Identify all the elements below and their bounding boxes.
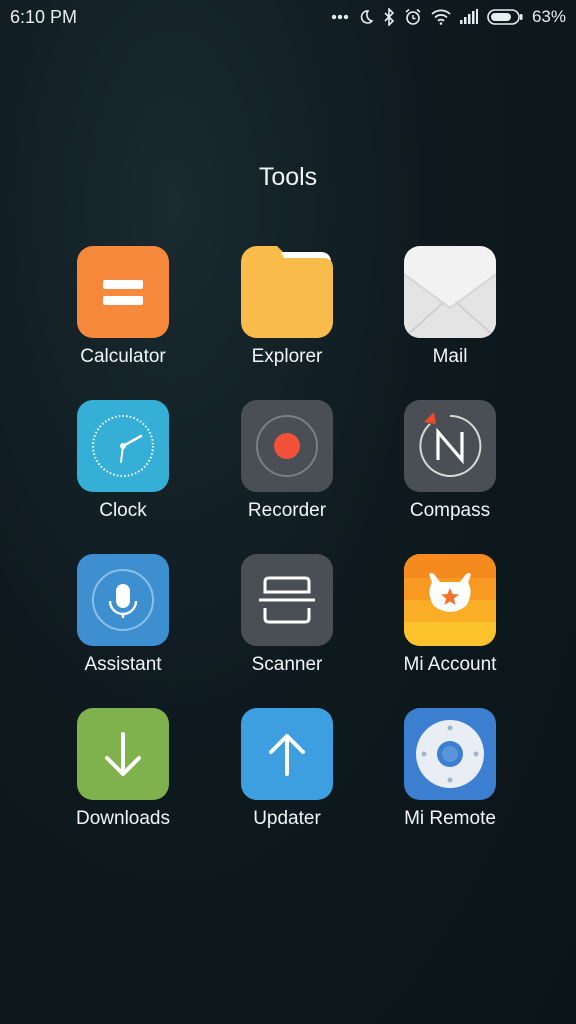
app-label: Compass (409, 500, 491, 521)
moon-icon (358, 9, 374, 25)
remote-dpad-icon (404, 708, 496, 800)
app-label: Mi Account (403, 654, 497, 675)
app-explorer[interactable]: Explorer (205, 246, 369, 386)
mi-bunny-icon (404, 554, 496, 646)
signal-icon (459, 9, 478, 25)
recorder-icon (241, 400, 333, 492)
folder-icon (241, 246, 333, 338)
app-label: Calculator (80, 346, 166, 367)
mail-envelope-icon (404, 246, 496, 338)
app-mi-account[interactable]: Mi Account (368, 554, 532, 694)
app-downloads[interactable]: Downloads (41, 708, 205, 848)
app-recorder[interactable]: Recorder (205, 400, 369, 540)
app-assistant[interactable]: Assistant (41, 554, 205, 694)
bluetooth-icon (383, 8, 395, 26)
app-label: Updater (253, 808, 321, 829)
app-label: Clock (99, 500, 147, 521)
alarm-icon (404, 8, 422, 26)
app-mi-remote[interactable]: Mi Remote (368, 708, 532, 848)
more-dots-icon (331, 14, 349, 20)
app-clock[interactable]: Clock (41, 400, 205, 540)
folder-title[interactable]: Tools (0, 163, 576, 192)
upload-arrow-icon (241, 708, 333, 800)
clock-icon (77, 400, 169, 492)
battery-icon (487, 9, 523, 25)
app-label: Scanner (251, 654, 323, 675)
app-label: Mi Remote (404, 808, 496, 829)
microphone-icon (77, 554, 169, 646)
app-mail[interactable]: Mail (368, 246, 532, 386)
status-time: 6:10 PM (10, 7, 78, 27)
app-label: Recorder (247, 500, 327, 521)
status-bar: 6:10 PM 63% (0, 0, 576, 34)
status-icons: 63% (331, 6, 566, 28)
compass-icon (404, 400, 496, 492)
app-scanner[interactable]: Scanner (205, 554, 369, 694)
app-label: Downloads (76, 808, 170, 829)
download-arrow-icon (77, 708, 169, 800)
app-updater[interactable]: Updater (205, 708, 369, 848)
app-label: Explorer (251, 346, 323, 367)
app-compass[interactable]: Compass (368, 400, 532, 540)
scanner-icon (241, 554, 333, 646)
app-calculator[interactable]: Calculator (41, 246, 205, 386)
battery-percent: 63% (531, 7, 566, 26)
app-label: Mail (432, 346, 468, 367)
app-label: Assistant (84, 654, 162, 675)
calculator-icon (77, 246, 169, 338)
wifi-icon (431, 9, 451, 25)
